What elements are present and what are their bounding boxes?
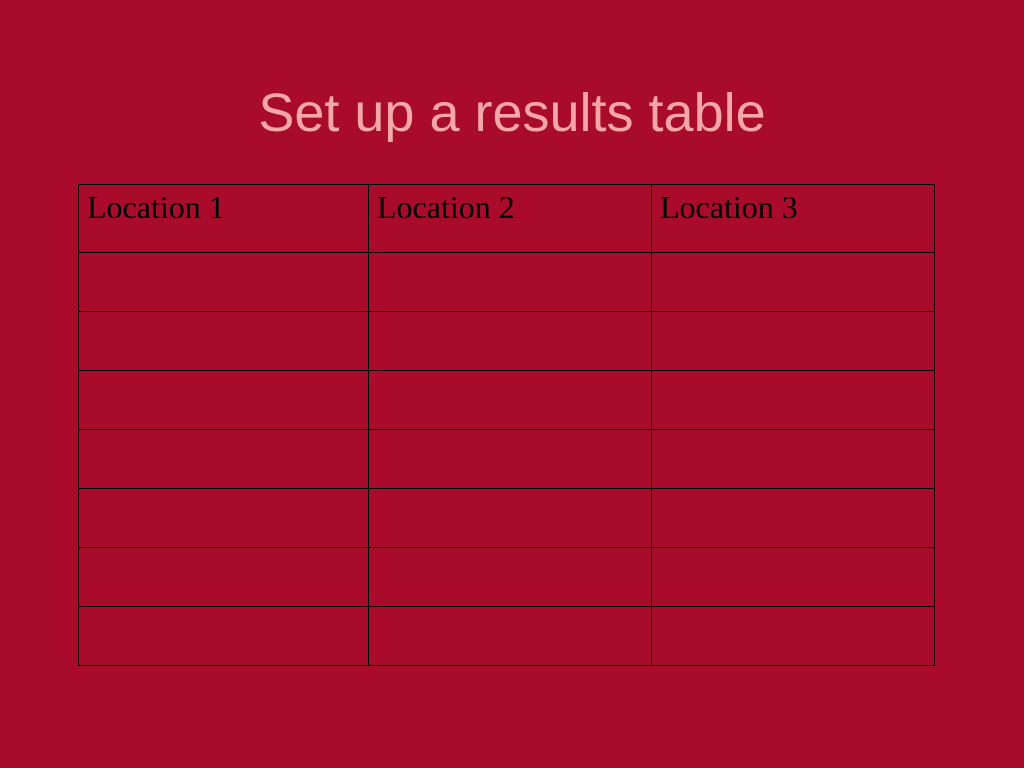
table-header-row: Location 1 Location 2 Location 3 (79, 185, 935, 253)
table-cell (652, 312, 935, 371)
table-cell (79, 548, 369, 607)
table-row (79, 312, 935, 371)
table-cell (369, 312, 652, 371)
results-table: Location 1 Location 2 Location 3 (78, 184, 935, 666)
table-header-cell: Location 2 (369, 185, 652, 253)
table-cell (652, 371, 935, 430)
table-cell (369, 489, 652, 548)
table-cell (652, 489, 935, 548)
slide-title: Set up a results table (0, 0, 1024, 184)
table-row (79, 607, 935, 666)
table-header-cell: Location 1 (79, 185, 369, 253)
table-cell (79, 489, 369, 548)
table-cell (79, 430, 369, 489)
table-cell (369, 253, 652, 312)
table-cell (79, 607, 369, 666)
table-cell (369, 607, 652, 666)
table-row (79, 253, 935, 312)
table-row (79, 371, 935, 430)
table-cell (79, 371, 369, 430)
table-row (79, 489, 935, 548)
table-cell (652, 607, 935, 666)
table-cell (652, 430, 935, 489)
table-cell (369, 430, 652, 489)
table-cell (652, 548, 935, 607)
table-row (79, 430, 935, 489)
table-cell (79, 312, 369, 371)
table-header-cell: Location 3 (652, 185, 935, 253)
table-cell (652, 253, 935, 312)
table-cell (369, 371, 652, 430)
table-cell (79, 253, 369, 312)
table-cell (369, 548, 652, 607)
table-row (79, 548, 935, 607)
